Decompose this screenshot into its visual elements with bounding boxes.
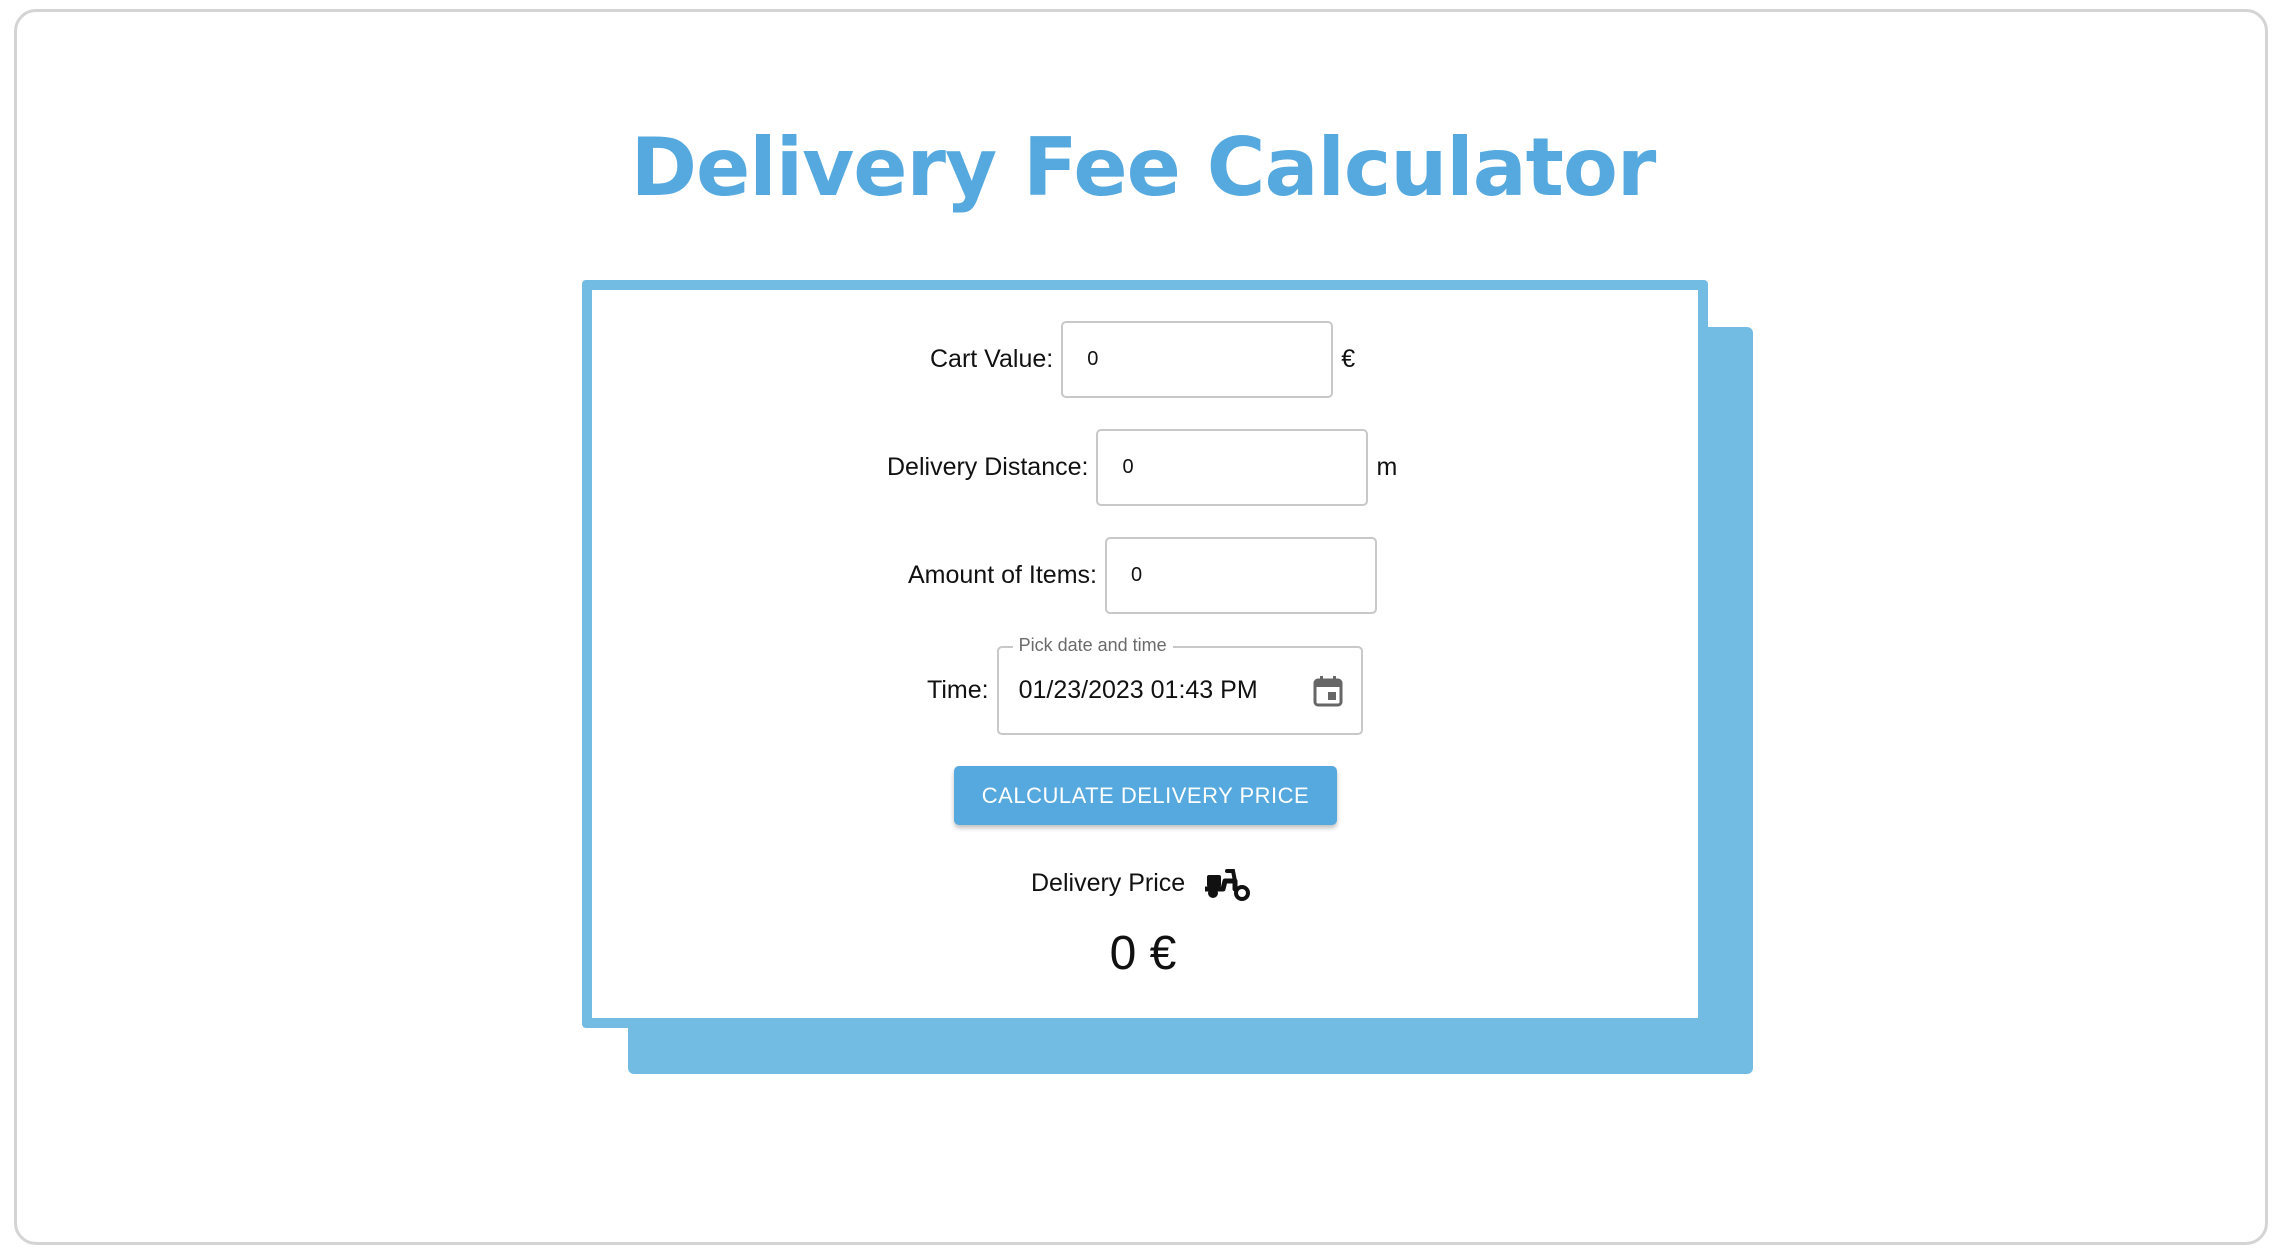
delivery-price-value: 0 € [1109, 927, 1177, 980]
amount-of-items-label: Amount of Items: [908, 561, 1097, 589]
page-title: Delivery Fee Calculator [630, 121, 1657, 214]
calculate-delivery-price-button[interactable]: CALCULATE DELIVERY PRICE [954, 766, 1337, 825]
delivery-price-label: Delivery Price [1031, 868, 1186, 897]
time-label: Time: [927, 676, 989, 704]
amount-of-items-input[interactable] [1104, 537, 1377, 614]
scooter-icon [1203, 865, 1251, 901]
cart-value-input[interactable] [1061, 321, 1334, 398]
amount-of-items-row: Amount of Items: [908, 537, 1377, 614]
delivery-distance-row: Delivery Distance: m [887, 429, 1397, 506]
delivery-price-row: Delivery Price [1031, 865, 1251, 901]
cart-value-row: Cart Value: € [930, 321, 1355, 398]
date-time-picker[interactable]: Pick date and time 01/23/2023 01:43 PM [996, 635, 1363, 735]
delivery-distance-label: Delivery Distance: [887, 453, 1089, 481]
delivery-distance-input[interactable] [1096, 429, 1369, 506]
cart-value-unit: € [1341, 345, 1356, 373]
time-row: Time: Pick date and time 01/23/2023 01:4… [927, 635, 1363, 735]
calendar-icon[interactable] [1313, 675, 1343, 707]
date-time-value[interactable]: 01/23/2023 01:43 PM [1019, 676, 1313, 705]
date-time-picker-label: Pick date and time [1012, 635, 1173, 656]
cart-value-label: Cart Value: [930, 345, 1054, 373]
delivery-distance-unit: m [1376, 453, 1398, 481]
